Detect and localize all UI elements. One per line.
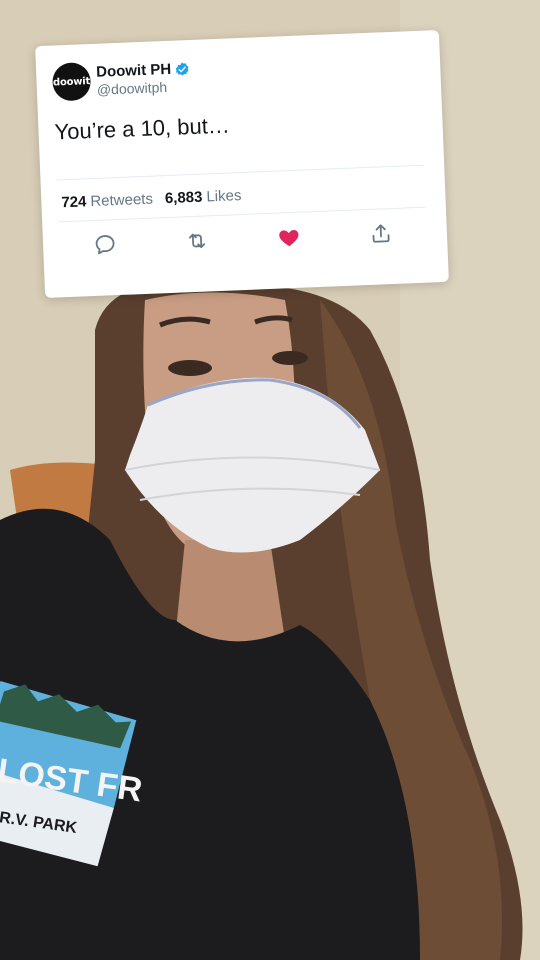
retweets-label[interactable]: Retweets: [90, 191, 153, 210]
author-block: Doowit PH @doowitph: [96, 60, 191, 97]
retweet-icon[interactable]: [185, 228, 210, 253]
likes-label[interactable]: Likes: [206, 187, 242, 205]
reply-icon[interactable]: [93, 232, 118, 257]
tweet-header: doowit Doowit PH @doowitph: [51, 49, 421, 102]
handle[interactable]: @doowitph: [97, 78, 192, 98]
avatar[interactable]: doowit: [51, 62, 92, 102]
avatar-logo-text: doowit: [52, 75, 91, 89]
verified-badge-icon: [175, 62, 189, 76]
like-icon[interactable]: [277, 225, 302, 250]
tweet-card: doowit Doowit PH @doowitph You’re a 10, …: [35, 29, 449, 299]
share-icon[interactable]: [368, 221, 393, 246]
tweet-text: You’re a 10, but…: [54, 112, 231, 145]
retweets-count[interactable]: 724: [61, 193, 87, 211]
likes-count[interactable]: 6,883: [165, 189, 203, 207]
